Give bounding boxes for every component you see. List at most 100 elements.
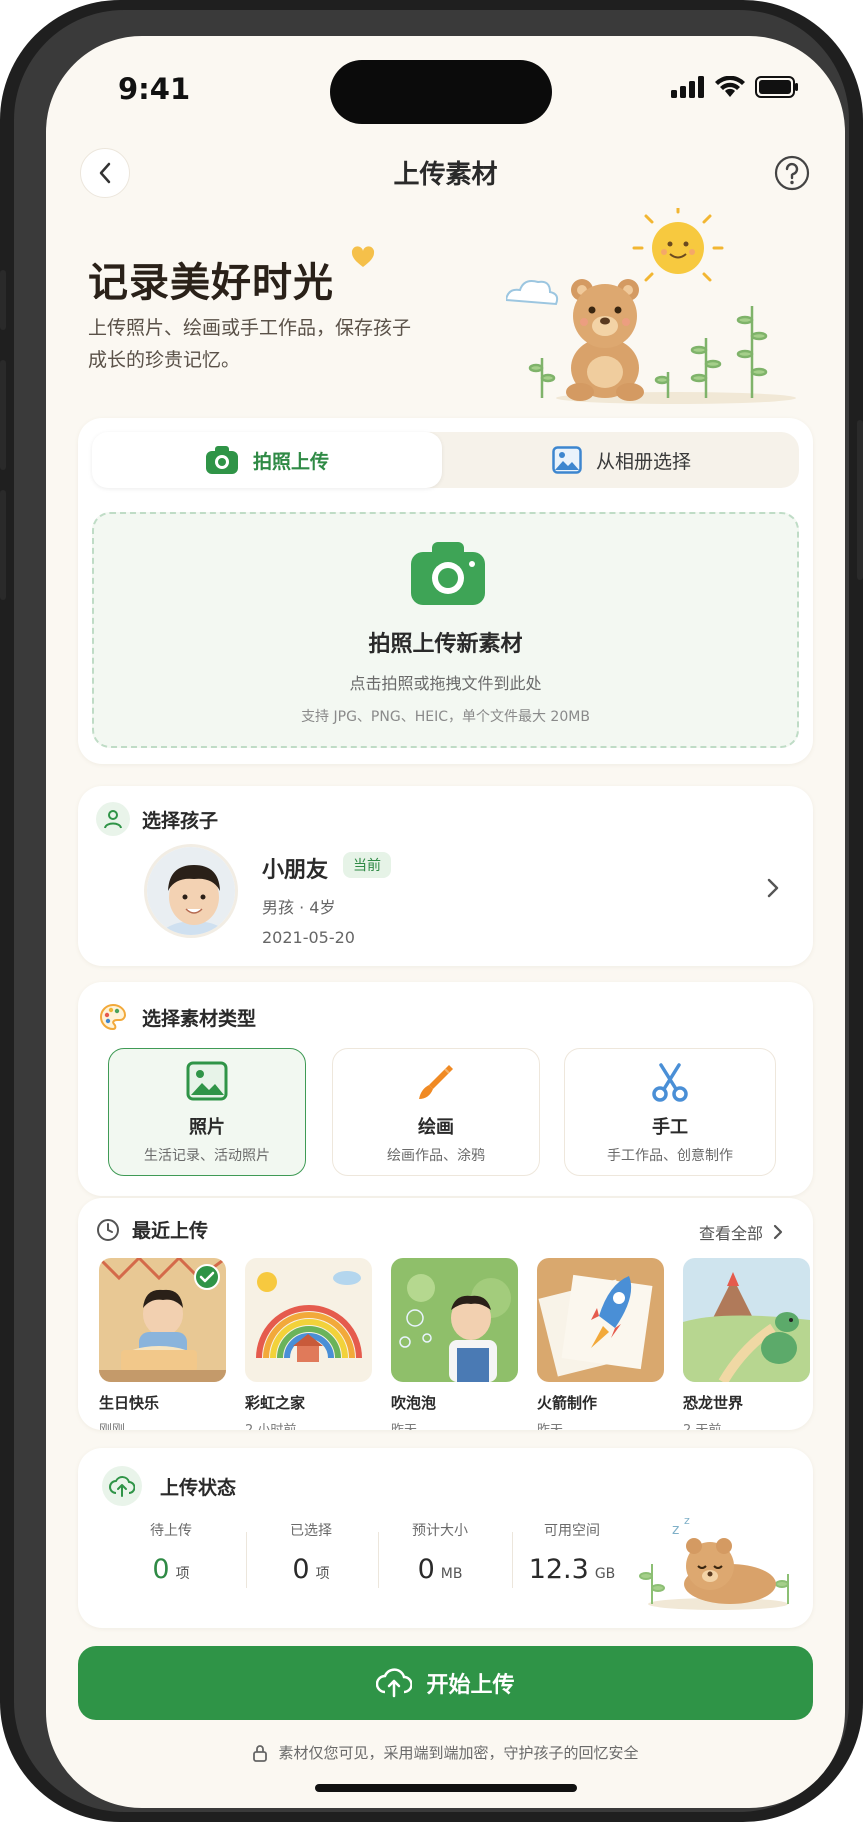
- child-meta: 男孩 · 4岁: [262, 898, 336, 917]
- hero-title: 记录美好时光: [88, 260, 334, 306]
- type-option-craft[interactable]: 手工 手工作品、创意制作: [564, 1048, 776, 1176]
- status-section-title: 上传状态: [160, 1476, 237, 1499]
- home-indicator[interactable]: [315, 1784, 577, 1792]
- material-type-card: 选择素材类型 照片 生活记录、活动照片 绘画 绘画作品、涂鸦 手工 手工作品、创…: [78, 982, 813, 1196]
- recent-section-header: 最近上传: [96, 1216, 208, 1243]
- stat-unit: MB: [440, 1566, 463, 1582]
- stat-label: 可用空间: [544, 1523, 600, 1539]
- camera-icon: [205, 446, 238, 474]
- page-title: 上传素材: [393, 160, 498, 190]
- stat-available-space: 可用空间 12.3 GB: [516, 1520, 628, 1585]
- recent-item-rocket[interactable]: 火箭制作 昨天: [537, 1258, 664, 1430]
- battery-icon: [755, 76, 798, 98]
- stat-label: 待上传: [150, 1523, 192, 1539]
- camera-icon: [411, 542, 485, 605]
- bear-sun-illustration: [506, 208, 796, 404]
- volume-up-button: [0, 360, 6, 470]
- stat-label: 已选择: [290, 1523, 332, 1539]
- recent-item-rainbow[interactable]: 彩虹之家 2 小时前: [245, 1258, 372, 1430]
- recent-item-time: 2 天前: [683, 1419, 810, 1430]
- brush-icon: [419, 1065, 453, 1099]
- stat-label: 预计大小: [412, 1523, 468, 1539]
- type-option-name: 照片: [189, 1117, 225, 1138]
- screen: 9:41 上传素材 记录美好时光 上传照片、绘画或手工作品，保存孩子成长的珍贵记…: [46, 36, 845, 1808]
- recent-thumbnail: [245, 1258, 372, 1382]
- see-all-label: 查看全部: [698, 1224, 763, 1243]
- scissors-icon: [652, 1063, 688, 1102]
- check-circle-icon: [194, 1264, 220, 1290]
- gallery-icon: [552, 446, 582, 474]
- stat-divider: [246, 1532, 247, 1588]
- recent-item-time: 昨天: [391, 1419, 518, 1430]
- type-icon-wrap: [333, 1061, 539, 1103]
- tab-camera-upload[interactable]: 拍照上传: [92, 432, 442, 488]
- cloud-upload-icon: [109, 1476, 135, 1497]
- signal-icon: [671, 76, 704, 98]
- photo-icon: [186, 1061, 228, 1101]
- type-section-header: 选择素材类型: [96, 1000, 256, 1034]
- cloud-upload-icon: [376, 1668, 413, 1698]
- svg-text:z: z: [684, 1514, 690, 1527]
- upload-card: 拍照上传 从相册选择 拍照上传新素材 点击拍照或拖拽文件到此处 支持 JPG、P…: [78, 418, 813, 764]
- current-badge: 当前: [343, 852, 391, 878]
- stat-value: 0项: [262, 1554, 360, 1585]
- recent-item-time: 昨天: [537, 1419, 664, 1430]
- upload-status-card: 上传状态 待上传 0项 已选择 0项 预计大小 0 MB 可用空间 12.3 GB: [78, 1448, 813, 1628]
- type-option-name: 手工: [652, 1117, 688, 1138]
- privacy-note: 素材仅您可见，采用端到端加密，守护孩子的回忆安全: [46, 1742, 845, 1763]
- status-time: 9:41: [118, 72, 191, 106]
- stat-value: 0 MB: [384, 1554, 496, 1585]
- stat-selected: 已选择 0项: [262, 1520, 360, 1585]
- child-avatar: [144, 844, 238, 938]
- type-option-photo[interactable]: 照片 生活记录、活动照片: [108, 1048, 306, 1176]
- recent-thumbnail: [683, 1258, 810, 1382]
- type-section-title: 选择素材类型: [142, 1007, 257, 1030]
- upload-dropzone[interactable]: 拍照上传新素材 点击拍照或拖拽文件到此处 支持 JPG、PNG、HEIC，单个文…: [92, 512, 799, 748]
- help-icon: [774, 155, 810, 191]
- recent-item-bubbles[interactable]: 吹泡泡 昨天: [391, 1258, 518, 1430]
- phone-frame: 9:41 上传素材 记录美好时光 上传照片、绘画或手工作品，保存孩子成长的珍贵记…: [0, 0, 863, 1822]
- recent-thumbnail: [537, 1258, 664, 1382]
- stat-divider: [378, 1532, 379, 1588]
- stat-number: 12.3: [528, 1554, 589, 1585]
- user-icon-wrap: [96, 802, 130, 836]
- tab-album[interactable]: 从相册选择: [444, 432, 799, 488]
- recent-item-time: 刚刚: [99, 1419, 226, 1430]
- recent-item-dinosaur[interactable]: 恐龙世界 2 天前: [683, 1258, 810, 1430]
- heart-icon: [351, 246, 375, 267]
- stat-divider: [512, 1532, 513, 1588]
- type-option-name: 绘画: [418, 1117, 454, 1138]
- type-icon-wrap: [109, 1061, 305, 1101]
- tab-album-label: 从相册选择: [595, 450, 691, 473]
- recent-item-title: 生日快乐: [99, 1394, 160, 1412]
- type-option-desc: 绘画作品、涂鸦: [387, 1148, 485, 1164]
- child-section-header: 选择孩子: [96, 802, 218, 836]
- recent-uploads-card: 最近上传 查看全部 生日快乐 彩虹之家 吹泡泡 火箭制作 恐龙世界: [78, 1198, 813, 1430]
- status-section-header: 上传状态: [102, 1466, 236, 1506]
- start-upload-button[interactable]: 开始上传: [78, 1646, 813, 1720]
- chevron-right-icon: [773, 1224, 783, 1240]
- palette-icon-wrap: [96, 1000, 130, 1034]
- chevron-right-icon: [767, 878, 779, 898]
- recent-item-title: 吹泡泡: [391, 1394, 437, 1412]
- stat-number: 0: [417, 1554, 435, 1585]
- phone-bezel: 9:41 上传素材 记录美好时光 上传照片、绘画或手工作品，保存孩子成长的珍贵记…: [14, 10, 849, 1812]
- child-name: 小朋友: [262, 858, 329, 883]
- start-upload-label: 开始上传: [426, 1673, 515, 1698]
- recent-item-time: 2 小时前: [245, 1419, 372, 1430]
- stat-number: 0: [152, 1554, 170, 1585]
- lock-icon: [253, 1744, 268, 1762]
- stat-value: 0项: [122, 1554, 220, 1585]
- type-icon-wrap: [565, 1061, 775, 1103]
- child-card[interactable]: 选择孩子 小朋友 当前 男孩 · 4岁 2021-05-20: [78, 786, 813, 966]
- dropzone-format-note: 支持 JPG、PNG、HEIC，单个文件最大 20MB: [301, 709, 590, 725]
- stat-unit: 项: [175, 1566, 190, 1582]
- see-all-link[interactable]: 查看全部: [699, 1220, 783, 1244]
- dropzone-title: 拍照上传新素材: [368, 632, 523, 657]
- status-icons: [671, 76, 799, 98]
- help-button[interactable]: [773, 154, 811, 192]
- recent-item-birthday[interactable]: 生日快乐 刚刚: [99, 1258, 226, 1430]
- recent-section-title: 最近上传: [132, 1220, 209, 1242]
- child-section-title: 选择孩子: [142, 809, 219, 832]
- type-option-drawing[interactable]: 绘画 绘画作品、涂鸦: [332, 1048, 540, 1176]
